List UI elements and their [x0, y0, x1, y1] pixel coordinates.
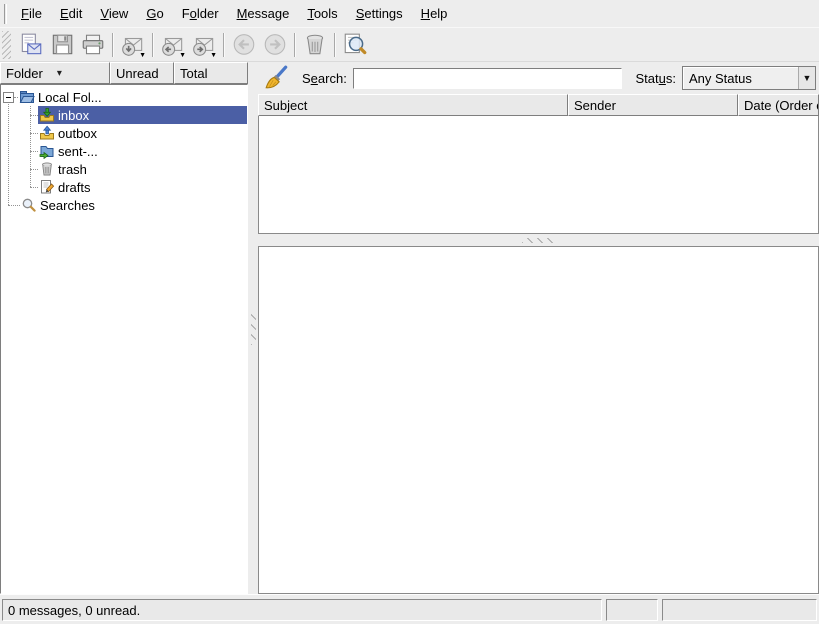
unread-column-header[interactable]: Unread — [110, 62, 174, 84]
message-preview-pane[interactable] — [258, 246, 819, 594]
dropdown-caret-icon: ▼ — [210, 52, 217, 59]
menu-file[interactable]: File — [12, 1, 51, 26]
toolbar-grip-handle[interactable] — [2, 31, 11, 59]
back-button[interactable] — [228, 29, 259, 60]
inbox-icon — [39, 107, 55, 123]
status-label: Status: — [636, 71, 676, 86]
toolbar-separator — [112, 33, 113, 57]
folder-label: inbox — [58, 108, 89, 123]
folder-row-sent-mail[interactable]: sent-... — [1, 142, 247, 160]
main-area: Folder ▾ Unread Total — [0, 62, 819, 594]
folder-row-drafts[interactable]: drafts — [1, 178, 247, 196]
clear-search-button[interactable] — [262, 64, 292, 92]
nav-back-icon — [231, 32, 257, 58]
menu-edit[interactable]: Edit — [51, 1, 91, 26]
floppy-disk-icon — [49, 32, 75, 58]
folder-row-outbox[interactable]: outbox — [1, 124, 247, 142]
kmail-window: File Edit View Go Folder Message Tools S… — [0, 0, 819, 624]
folder-row-inbox[interactable]: inbox — [1, 106, 247, 124]
nav-forward-icon — [262, 32, 288, 58]
menu-tools[interactable]: Tools — [298, 1, 346, 26]
menu-view[interactable]: View — [91, 1, 137, 26]
search-folder-icon — [21, 197, 37, 213]
folder-label: drafts — [58, 180, 91, 195]
date-column-header[interactable]: Date (Order of Arrival) — [738, 94, 819, 116]
message-list-body[interactable] — [258, 116, 819, 234]
menu-message[interactable]: Message — [228, 1, 299, 26]
folder-tree: Local Fol... inbox — [0, 84, 248, 594]
folder-label: Searches — [40, 198, 95, 213]
status-empty-section — [606, 599, 658, 621]
folder-label: outbox — [58, 126, 97, 141]
menu-bar: File Edit View Go Folder Message Tools S… — [0, 0, 819, 28]
new-message-button[interactable] — [15, 29, 46, 60]
horizontal-splitter[interactable] — [258, 234, 819, 246]
menu-settings[interactable]: Settings — [347, 1, 412, 26]
dropdown-caret-icon: ▼ — [139, 52, 146, 59]
folder-label: sent-... — [58, 144, 98, 159]
printer-icon — [80, 32, 106, 58]
reply-button[interactable]: ▼ — [157, 29, 188, 60]
folder-column-header[interactable]: Folder ▾ — [0, 62, 110, 84]
forward-button[interactable]: ▼ — [188, 29, 219, 60]
toolbar-separator — [334, 33, 335, 57]
status-message-text: 0 messages, 0 unread. — [8, 603, 140, 618]
status-combobox[interactable]: Any Status ▼ — [682, 66, 816, 90]
toolbar-separator — [223, 33, 224, 57]
menu-go[interactable]: Go — [137, 1, 172, 26]
total-column-header[interactable]: Total — [174, 62, 248, 84]
folder-row-searches[interactable]: Searches — [1, 196, 247, 214]
folder-label: trash — [58, 162, 87, 177]
forward-nav-button[interactable] — [259, 29, 290, 60]
sent-folder-icon — [39, 143, 55, 159]
sort-arrow-icon: ▾ — [57, 68, 62, 79]
message-panel: Search: Status: Any Status ▼ Subject Sen… — [258, 62, 819, 594]
status-bar: 0 messages, 0 unread. — [0, 594, 819, 624]
main-toolbar: ▼ ▼ ▼ — [0, 28, 819, 62]
outbox-icon — [39, 125, 55, 141]
splitter-grip-icon — [251, 311, 256, 345]
print-button[interactable] — [77, 29, 108, 60]
toolbar-separator — [294, 33, 295, 57]
subject-column-header[interactable]: Subject — [258, 94, 568, 116]
menu-help[interactable]: Help — [412, 1, 457, 26]
trash-folder-icon — [39, 161, 55, 177]
find-messages-button[interactable] — [339, 29, 370, 60]
quick-search-bar: Search: Status: Any Status ▼ — [258, 62, 819, 94]
folder-row-local-folders[interactable]: Local Fol... — [1, 88, 247, 106]
message-list: Subject Sender Date (Order of Arrival) — [258, 94, 819, 234]
check-mail-button[interactable]: ▼ — [117, 29, 148, 60]
toolbar-separator — [152, 33, 153, 57]
vertical-splitter[interactable] — [248, 62, 258, 594]
drafts-icon — [39, 179, 55, 195]
save-button[interactable] — [46, 29, 77, 60]
collapse-expander-icon[interactable] — [3, 92, 14, 103]
status-combobox-value: Any Status — [683, 71, 798, 86]
splitter-grip-icon — [522, 238, 556, 243]
folder-row-trash[interactable]: trash — [1, 160, 247, 178]
open-folder-icon — [19, 89, 35, 105]
broom-clear-icon — [264, 65, 290, 91]
search-input[interactable] — [353, 68, 622, 89]
status-message-section: 0 messages, 0 unread. — [2, 599, 602, 621]
mail-compose-icon — [18, 32, 44, 58]
trash-icon — [302, 32, 328, 58]
status-empty-section — [662, 599, 817, 621]
search-label: Search: — [302, 71, 347, 86]
sender-column-header[interactable]: Sender — [568, 94, 738, 116]
menu-folder[interactable]: Folder — [173, 1, 228, 26]
folder-panel: Folder ▾ Unread Total — [0, 62, 248, 594]
message-list-header: Subject Sender Date (Order of Arrival) — [258, 94, 819, 116]
dropdown-caret-icon: ▼ — [179, 52, 186, 59]
folder-list-header: Folder ▾ Unread Total — [0, 62, 248, 84]
folder-label: Local Fol... — [38, 90, 102, 105]
chevron-down-icon[interactable]: ▼ — [798, 67, 815, 89]
find-messages-icon — [342, 32, 368, 58]
menubar-grip-handle[interactable] — [4, 4, 7, 24]
trash-button[interactable] — [299, 29, 330, 60]
